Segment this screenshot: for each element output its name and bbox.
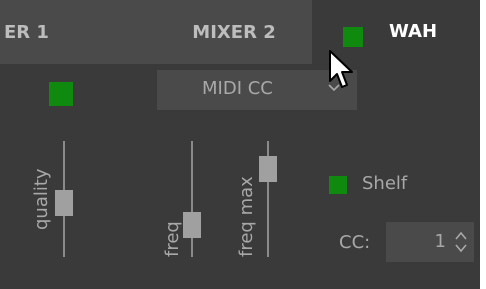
cc-number-input[interactable]: 1 xyxy=(386,222,474,262)
tab-mixer-1-label: ER 1 xyxy=(4,21,49,43)
shelf-label: Shelf xyxy=(362,173,408,194)
quality-slider-thumb[interactable] xyxy=(55,190,73,216)
mode-dropdown-value: MIDI CC xyxy=(202,78,273,99)
cc-value: 1 xyxy=(434,231,446,252)
freq-slider-thumb[interactable] xyxy=(183,212,201,238)
cc-label: CC: xyxy=(339,232,371,253)
wah-panel: ER 1 MIXER 2 WAH MIDI CC quality freq fr… xyxy=(0,0,480,289)
shelf-toggle[interactable] xyxy=(329,176,347,194)
tab-mixer-1[interactable]: ER 1 xyxy=(0,0,156,64)
tab-mixer-2[interactable]: MIXER 2 xyxy=(156,0,312,64)
quality-slider-label: quality xyxy=(31,168,52,230)
freq-slider-track[interactable] xyxy=(191,141,193,257)
mode-dropdown[interactable]: MIDI CC xyxy=(157,70,357,110)
enable-toggle[interactable] xyxy=(49,82,73,106)
tab-mixer-2-label: MIXER 2 xyxy=(192,21,276,43)
mouse-pointer-icon xyxy=(329,50,353,88)
freq-max-slider-thumb[interactable] xyxy=(259,156,277,182)
tab-wah-label: WAH xyxy=(389,21,438,42)
freq-max-slider-label: freq max xyxy=(236,176,257,257)
spinner-arrows-icon[interactable] xyxy=(454,229,468,255)
wah-enable-toggle[interactable] xyxy=(343,27,363,47)
freq-slider-label: freq xyxy=(162,221,183,257)
tab-bar: ER 1 MIXER 2 WAH xyxy=(0,0,480,64)
